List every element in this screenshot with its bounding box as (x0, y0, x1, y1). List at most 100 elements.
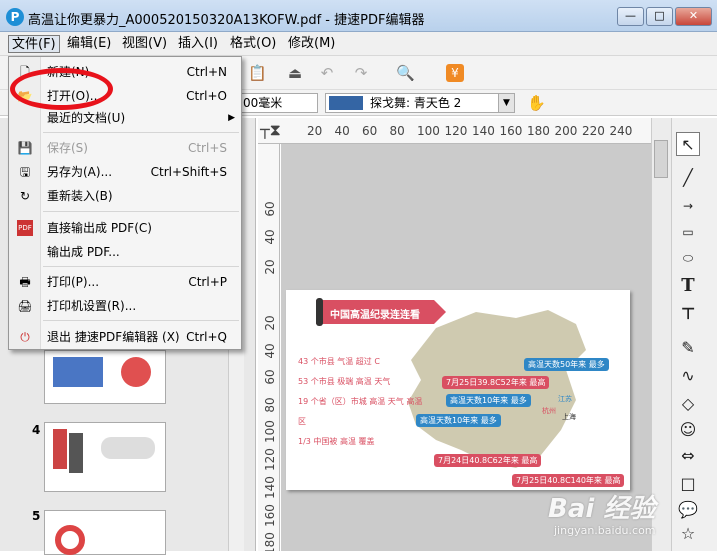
double-arrow-tool-icon[interactable]: ⇔ (676, 444, 700, 468)
menu-item-printer-setup[interactable]: 🖨 打印机设置(R)... (9, 295, 241, 317)
ruler-tick: 140 (263, 476, 277, 499)
ruler-tick: 180 (263, 532, 277, 551)
menu-file[interactable]: 文件(F) (8, 35, 60, 53)
text-tool-icon[interactable]: T (676, 274, 700, 298)
ruler-tick: 20 (263, 259, 277, 275)
title-bar: P 高温让你更暴力_A000520150320A13KOFW.pdf - 捷速P… (0, 0, 717, 32)
color-name: 探戈舞: 青天色 2 (370, 96, 462, 110)
ruler-tick: 100 (417, 124, 440, 138)
ruler-tick: 160 (499, 124, 523, 138)
purchase-icon[interactable]: ¥ (446, 64, 464, 82)
ruler-tick: 100 (263, 420, 277, 443)
close-button[interactable]: ✕ (675, 7, 712, 26)
highlight-circle (10, 68, 113, 110)
ruler-tick: 80 (389, 124, 405, 138)
ruler-tick: 200 (554, 124, 578, 138)
pdf-icon: PDF (17, 220, 33, 236)
line-width-field[interactable]: 00毫米 (240, 93, 318, 113)
color-picker[interactable]: 探戈舞: 青天色 2 ▼ (325, 93, 515, 113)
page-thumbnail[interactable] (44, 510, 166, 555)
menu-format[interactable]: 格式(O) (227, 35, 279, 53)
ruler-tick: 60 (263, 201, 277, 217)
ruler-tick: 140 (472, 124, 495, 138)
save-as-icon: 🖫 (19, 165, 31, 179)
page-number: 5 (32, 509, 41, 523)
menu-item-recent[interactable]: 最近的文档(U) ▶ (9, 107, 241, 129)
stamp-icon[interactable]: ⏏ (286, 64, 304, 82)
page-thumbnail[interactable] (44, 422, 166, 492)
menu-item-print[interactable]: 🖶 打印(P)... Ctrl+P (9, 271, 241, 293)
ruler-tick: 40 (263, 343, 277, 359)
place-label: 江苏 (558, 395, 572, 403)
stat-line: 1/3 中国被 高温 覆盖 (298, 437, 375, 446)
tab-stop-icon[interactable]: ┬⧗ (260, 120, 281, 140)
text-box-tool-icon[interactable]: ⊤ (676, 302, 700, 326)
callout: 高温天数50年来 最多 (524, 358, 609, 371)
document-page[interactable]: 中国高温纪录连连看 43 个市县 气温 超过 C 53 个市县 极端 高温 天气… (286, 290, 630, 490)
ellipse-tool-icon[interactable]: ⬭ (676, 246, 700, 270)
watermark: Bai 经验 jingyan.baidu.com (548, 486, 716, 550)
ruler-tick: 60 (263, 369, 277, 385)
menu-item-save[interactable]: 💾 保存(S) Ctrl+S (9, 137, 241, 159)
watermark-brand: Bai 经验 (548, 494, 656, 524)
zoom-icon[interactable]: 🔍 (396, 64, 415, 82)
callout: 7月25日39.8C52年来 最高 (442, 376, 550, 389)
pen-tool-icon[interactable]: ✎ (676, 336, 700, 360)
app-logo: P (6, 8, 24, 26)
ruler-tick: 20 (263, 315, 277, 331)
callout: 高温天数10年来 最多 (416, 414, 501, 427)
page-thumbnail[interactable] (44, 350, 166, 404)
menu-item-export-pdf[interactable]: 输出成 PDF... (9, 241, 241, 263)
maximize-button[interactable]: □ (646, 7, 673, 26)
redo-icon[interactable]: ↷ (352, 64, 370, 82)
chevron-down-icon[interactable]: ▼ (498, 94, 514, 112)
line-tool-icon[interactable]: ╱ (676, 166, 700, 190)
exit-icon: ⏻ (20, 330, 30, 344)
ruler-tick: 240 (609, 124, 633, 138)
ruler-tick: 40 (334, 124, 350, 138)
arrow-tool-icon[interactable]: → (676, 194, 700, 218)
horizontal-ruler: ┬⧗ 20 40 60 80 100 120 140 160 180 200 220 240 (258, 118, 660, 144)
printer-setup-icon: 🖨 (17, 299, 33, 313)
reload-icon: ↻ (19, 189, 31, 203)
callout: 7月24日40.8C62年来 最高 (434, 454, 542, 467)
ruler-tick: 220 (582, 124, 605, 138)
smiley-tool-icon[interactable]: ☺ (676, 418, 700, 442)
callout: 高温天数10年来 最多 (446, 394, 531, 407)
page-number: 4 (32, 423, 41, 437)
select-arrow-icon[interactable]: ↖ (676, 132, 700, 156)
watermark-url: jingyan.baidu.com (554, 524, 656, 537)
curve-tool-icon[interactable]: ∿ (676, 364, 700, 388)
minimize-button[interactable]: — (617, 7, 644, 26)
menu-item-export-pdf-direct[interactable]: PDF 直接输出成 PDF(C) (9, 217, 241, 239)
ruler-tick: 180 (527, 124, 550, 138)
banner-title: 中国高温纪录连连看 (330, 310, 420, 321)
save-icon: 💾 (17, 141, 33, 155)
rectangle-tool-icon[interactable]: ▭ (676, 220, 700, 244)
fill-bucket-icon[interactable]: ✋ (527, 94, 546, 112)
menu-modify[interactable]: 修改(M) (285, 35, 338, 53)
undo-icon[interactable]: ↶ (318, 64, 336, 82)
window-title: 高温让你更暴力_A000520150320A13KOFW.pdf - 捷速PDF… (28, 13, 425, 28)
paste-icon[interactable]: 📋 (248, 64, 267, 82)
ruler-tick: 20 (307, 124, 323, 138)
color-swatch (329, 96, 363, 110)
submenu-arrow-icon: ▶ (228, 113, 235, 123)
ruler-tick: 120 (444, 124, 468, 138)
menu-insert[interactable]: 插入(I) (175, 35, 221, 53)
menu-item-exit[interactable]: ⏻ 退出 捷速PDF编辑器 (X) Ctrl+Q (9, 326, 241, 348)
place-label: 上海 (562, 413, 576, 421)
stat-line: 43 个市县 气温 超过 C (298, 357, 380, 366)
menu-view[interactable]: 视图(V) (119, 35, 170, 53)
place-label: 杭州 (542, 407, 556, 415)
scroll-thumb[interactable] (654, 140, 668, 178)
menu-item-save-as[interactable]: 🖫 另存为(A)... Ctrl+Shift+S (9, 161, 241, 183)
ruler-tick: 60 (362, 124, 378, 138)
ruler-tick: 120 (263, 448, 277, 471)
menu-edit[interactable]: 编辑(E) (64, 35, 114, 53)
menu-item-reload[interactable]: ↻ 重新装入(B) (9, 185, 241, 207)
stats-list: 43 个市县 气温 超过 C 53 个市县 极端 高温 天气 19 个省（区）市… (298, 352, 428, 452)
menu-bar: 文件(F) 编辑(E) 视图(V) 插入(I) 格式(O) 修改(M) (0, 32, 717, 56)
diamond-tool-icon[interactable]: ◇ (676, 392, 700, 416)
ruler-tick: 40 (263, 229, 277, 245)
